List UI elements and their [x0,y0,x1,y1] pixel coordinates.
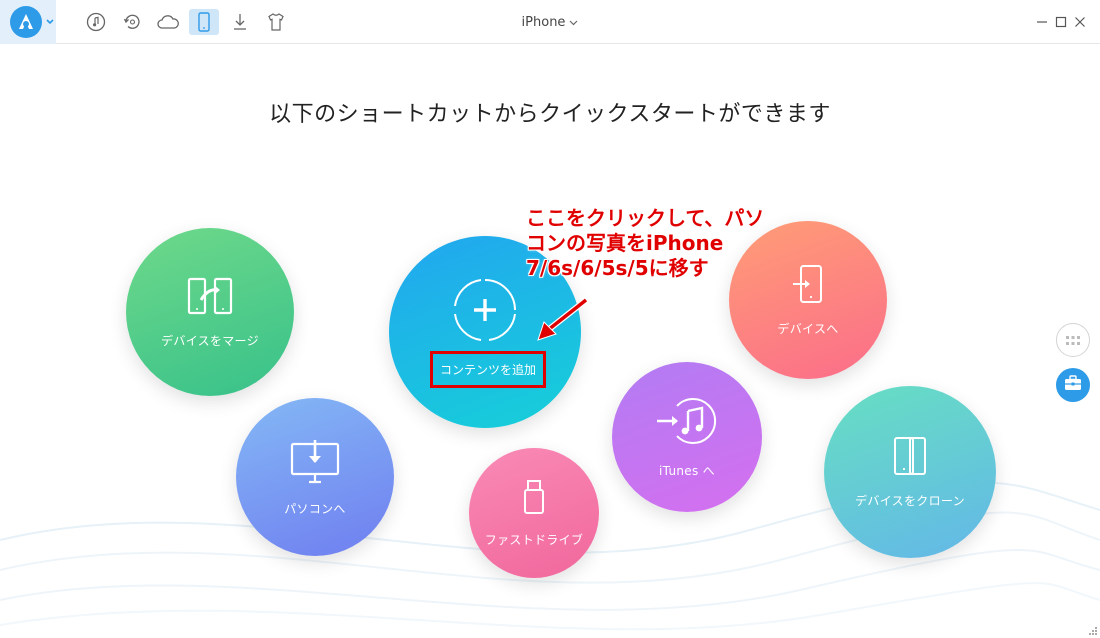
music-icon[interactable] [81,9,111,35]
monitor-icon [289,438,341,488]
app-logo-area[interactable] [0,0,56,44]
close-icon[interactable] [1071,13,1089,31]
annotation-line-2: コンの写真をiPhone [526,231,724,255]
annotation-callout: ここをクリックして、パソ コンの写真をiPhone 7/6s/6/5s/5に移す [526,206,776,281]
chevron-down-icon[interactable] [44,14,56,30]
to-itunes-button[interactable]: iTunes へ [612,362,762,512]
device-name: iPhone [521,14,566,30]
phone-in-icon [791,264,825,308]
device-selector[interactable]: iPhone [500,12,600,32]
title-bar: iPhone [0,0,1100,44]
merge-devices-label: デバイスをマージ [161,333,259,348]
to-itunes-label: iTunes へ [659,463,715,478]
annotation-line-3: 7/6s/6/5s/5に移す [526,256,709,280]
add-content-label: コンテンツを追加 [439,363,536,377]
grid-icon [1066,331,1080,350]
to-pc-button[interactable]: パソコンへ [236,398,394,556]
add-content-highlight[interactable]: コンテンツを追加 [430,351,546,388]
merge-devices-button[interactable]: デバイスをマージ [126,228,294,396]
chevron-down-icon [569,15,578,30]
merge-icon [186,276,234,320]
resize-grip-icon[interactable] [1088,626,1098,636]
app-logo-icon[interactable] [10,6,42,38]
usb-drive-icon [523,479,545,519]
clone-device-button[interactable]: デバイスをクローン [824,386,996,558]
minimize-icon[interactable] [1033,13,1051,31]
tshirt-icon[interactable] [261,9,291,35]
clone-device-icon [892,436,928,480]
to-pc-label: パソコンへ [284,501,346,516]
toolkit-button[interactable] [1056,368,1090,402]
page-title: 以下のショートカットからクイックスタートができます [269,102,831,127]
toolbox-icon [1064,375,1082,395]
annotation-line-1: ここをクリックして、パソ [526,206,765,230]
download-icon[interactable] [225,9,255,35]
grid-view-button[interactable] [1056,323,1090,357]
device-icon[interactable] [189,9,219,35]
add-plus-icon [452,277,518,347]
maximize-icon[interactable] [1052,13,1070,31]
to-device-label: デバイスへ [777,321,839,336]
annotation-arrow-icon [537,297,588,341]
flash-drive-label: ファストドライブ [484,532,584,547]
clone-device-label: デバイスをクローン [855,493,965,508]
itunes-icon [655,396,719,450]
cloud-icon[interactable] [153,9,183,35]
flash-drive-button[interactable]: ファストドライブ [469,448,599,578]
backup-icon[interactable] [117,9,147,35]
